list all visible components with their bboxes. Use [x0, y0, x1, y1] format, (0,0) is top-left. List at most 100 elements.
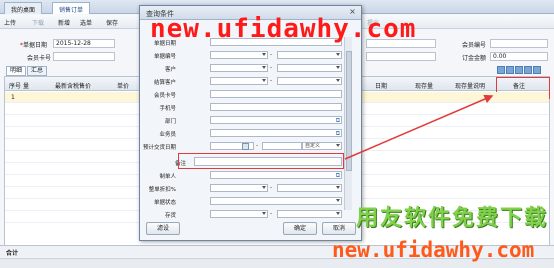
- grid-delete-row-icon[interactable]: [506, 66, 514, 74]
- field-label-inventory: 存货: [164, 213, 176, 219]
- ok-button[interactable]: 确定: [283, 222, 317, 235]
- range-separator: -: [270, 51, 273, 58]
- remark-field-highlight: [178, 153, 344, 169]
- row-number: 1: [11, 94, 15, 101]
- tab-home-label: 我的桌面: [11, 7, 36, 14]
- grid-copy-row-icon[interactable]: [515, 66, 523, 74]
- total-label: 合计: [6, 250, 19, 257]
- order-amount-field[interactable]: 0.00: [490, 52, 548, 61]
- dialog-vertical-scrollbar[interactable]: [344, 37, 352, 210]
- dropdown-arrow-icon[interactable]: [336, 199, 340, 202]
- filter-settings-button[interactable]: 滤设: [146, 222, 180, 235]
- header-field-right-2[interactable]: [366, 52, 436, 61]
- dropdown-arrow-icon[interactable]: [336, 212, 340, 215]
- range-separator: -: [256, 142, 259, 149]
- new-button[interactable]: 新增: [58, 18, 70, 27]
- field-label-phone: 手机号: [159, 106, 176, 112]
- doc-no-from-field[interactable]: [210, 51, 268, 59]
- range-separator: -: [270, 184, 273, 191]
- dropdown-arrow-icon[interactable]: [262, 66, 266, 69]
- reference-lookup-icon[interactable]: ⧉: [336, 172, 340, 179]
- scroll-thumb[interactable]: [346, 51, 352, 171]
- field-label-doc-no: 单据编号: [153, 54, 176, 60]
- grid-settings-icon[interactable]: [524, 66, 532, 74]
- range-separator: -: [270, 210, 273, 217]
- discount-from-field[interactable]: [210, 184, 268, 192]
- dropdown-arrow-icon[interactable]: [262, 186, 266, 189]
- member-no-label: 会员编号: [462, 42, 487, 49]
- col-stock[interactable]: 现存量: [415, 81, 433, 90]
- dropdown-arrow-icon[interactable]: [262, 212, 266, 215]
- doc-no-to-field[interactable]: [277, 51, 342, 59]
- field-label-customer: 客户: [164, 67, 176, 73]
- subtab-summary-label: 汇总: [30, 67, 43, 74]
- watermark-url-bottom: new.ufidawhy.com: [332, 238, 535, 262]
- grid-export-icon[interactable]: [533, 66, 541, 74]
- tab-sales-order[interactable]: 销售订单: [52, 2, 91, 14]
- delivery-date-to-field[interactable]: [262, 142, 302, 150]
- watermark-chinese: 用友软件免费下载: [356, 206, 549, 231]
- cancel-label: 取消: [332, 225, 345, 232]
- custom-date-select[interactable]: 自定义: [302, 142, 342, 150]
- custom-date-label: 自定义: [305, 143, 321, 149]
- dropdown-arrow-icon[interactable]: [336, 79, 340, 82]
- field-label-doc-status: 单据状态: [153, 200, 176, 206]
- upload-button[interactable]: 上传: [4, 18, 16, 27]
- doc-date-label-text: 单据日期: [23, 42, 48, 49]
- subtab-summary[interactable]: 汇总: [27, 66, 47, 76]
- inventory-to-field[interactable]: [277, 210, 342, 218]
- subtab-detail[interactable]: 明细: [6, 66, 26, 76]
- discount-to-field[interactable]: [277, 184, 342, 192]
- grid-tool-icons: [497, 66, 551, 75]
- select-order-button[interactable]: 选单: [80, 18, 92, 27]
- field-label-settle-customer: 结算客户: [153, 80, 176, 86]
- settle-customer-to-field[interactable]: [277, 77, 342, 85]
- doc-date-value: 2015-12-28: [56, 40, 91, 47]
- inventory-from-field[interactable]: [210, 210, 268, 218]
- settle-customer-from-field[interactable]: [210, 77, 268, 85]
- calendar-icon[interactable]: [242, 143, 249, 150]
- dropdown-arrow-icon[interactable]: [262, 79, 266, 82]
- ok-label: 确定: [293, 225, 306, 232]
- field-label-department: 部门: [164, 119, 176, 125]
- dropdown-arrow-icon[interactable]: [336, 144, 340, 147]
- download-button[interactable]: 下载: [32, 18, 44, 27]
- watermark-url-top: new.ufidawhy.com: [150, 14, 417, 44]
- member-card-query-field[interactable]: [210, 90, 342, 98]
- dropdown-arrow-icon[interactable]: [262, 53, 266, 56]
- col-seq[interactable]: 序号: [9, 81, 21, 90]
- subtab-detail-label: 明细: [9, 67, 22, 74]
- dropdown-arrow-icon[interactable]: [336, 66, 340, 69]
- creator-query-field[interactable]: ⧉: [210, 171, 342, 179]
- member-card-field[interactable]: [53, 52, 115, 61]
- field-label-member-card: 会员卡号: [153, 93, 176, 99]
- customer-from-field[interactable]: [210, 64, 268, 72]
- col-stock-desc[interactable]: 现存量说明: [455, 81, 485, 90]
- salesperson-query-field[interactable]: ⧉: [210, 129, 342, 137]
- col-latest-price[interactable]: 最新含税售价: [55, 81, 91, 90]
- phone-query-field[interactable]: [210, 103, 342, 111]
- filter-settings-label: 滤设: [156, 225, 169, 232]
- field-label-creator: 制单人: [159, 174, 176, 180]
- department-query-field[interactable]: ⧉: [210, 116, 342, 124]
- dropdown-arrow-icon[interactable]: [336, 186, 340, 189]
- tab-home[interactable]: 我的桌面: [4, 2, 43, 14]
- doc-date-label: *单据日期: [20, 42, 48, 49]
- order-amount-value: 0.00: [493, 53, 507, 60]
- dropdown-arrow-icon[interactable]: [336, 53, 340, 56]
- field-label-discount: 整单折扣%: [148, 187, 176, 193]
- cancel-button[interactable]: 取消: [322, 222, 356, 235]
- col-date[interactable]: 日期: [375, 81, 387, 90]
- member-card-label: 会员卡号: [27, 55, 52, 62]
- tab-sales-order-label: 销售订单: [59, 7, 84, 14]
- customer-to-field[interactable]: [277, 64, 342, 72]
- col-qty[interactable]: 量: [23, 81, 29, 90]
- doc-status-select[interactable]: [210, 197, 342, 205]
- grid-add-row-icon[interactable]: [497, 66, 505, 74]
- reference-lookup-icon[interactable]: ⧉: [336, 130, 340, 137]
- save-button[interactable]: 保存: [106, 18, 118, 27]
- doc-date-field[interactable]: 2015-12-28: [53, 39, 115, 48]
- member-no-field[interactable]: [490, 39, 548, 48]
- reference-lookup-icon[interactable]: ⧉: [336, 117, 340, 124]
- range-separator: -: [270, 77, 273, 84]
